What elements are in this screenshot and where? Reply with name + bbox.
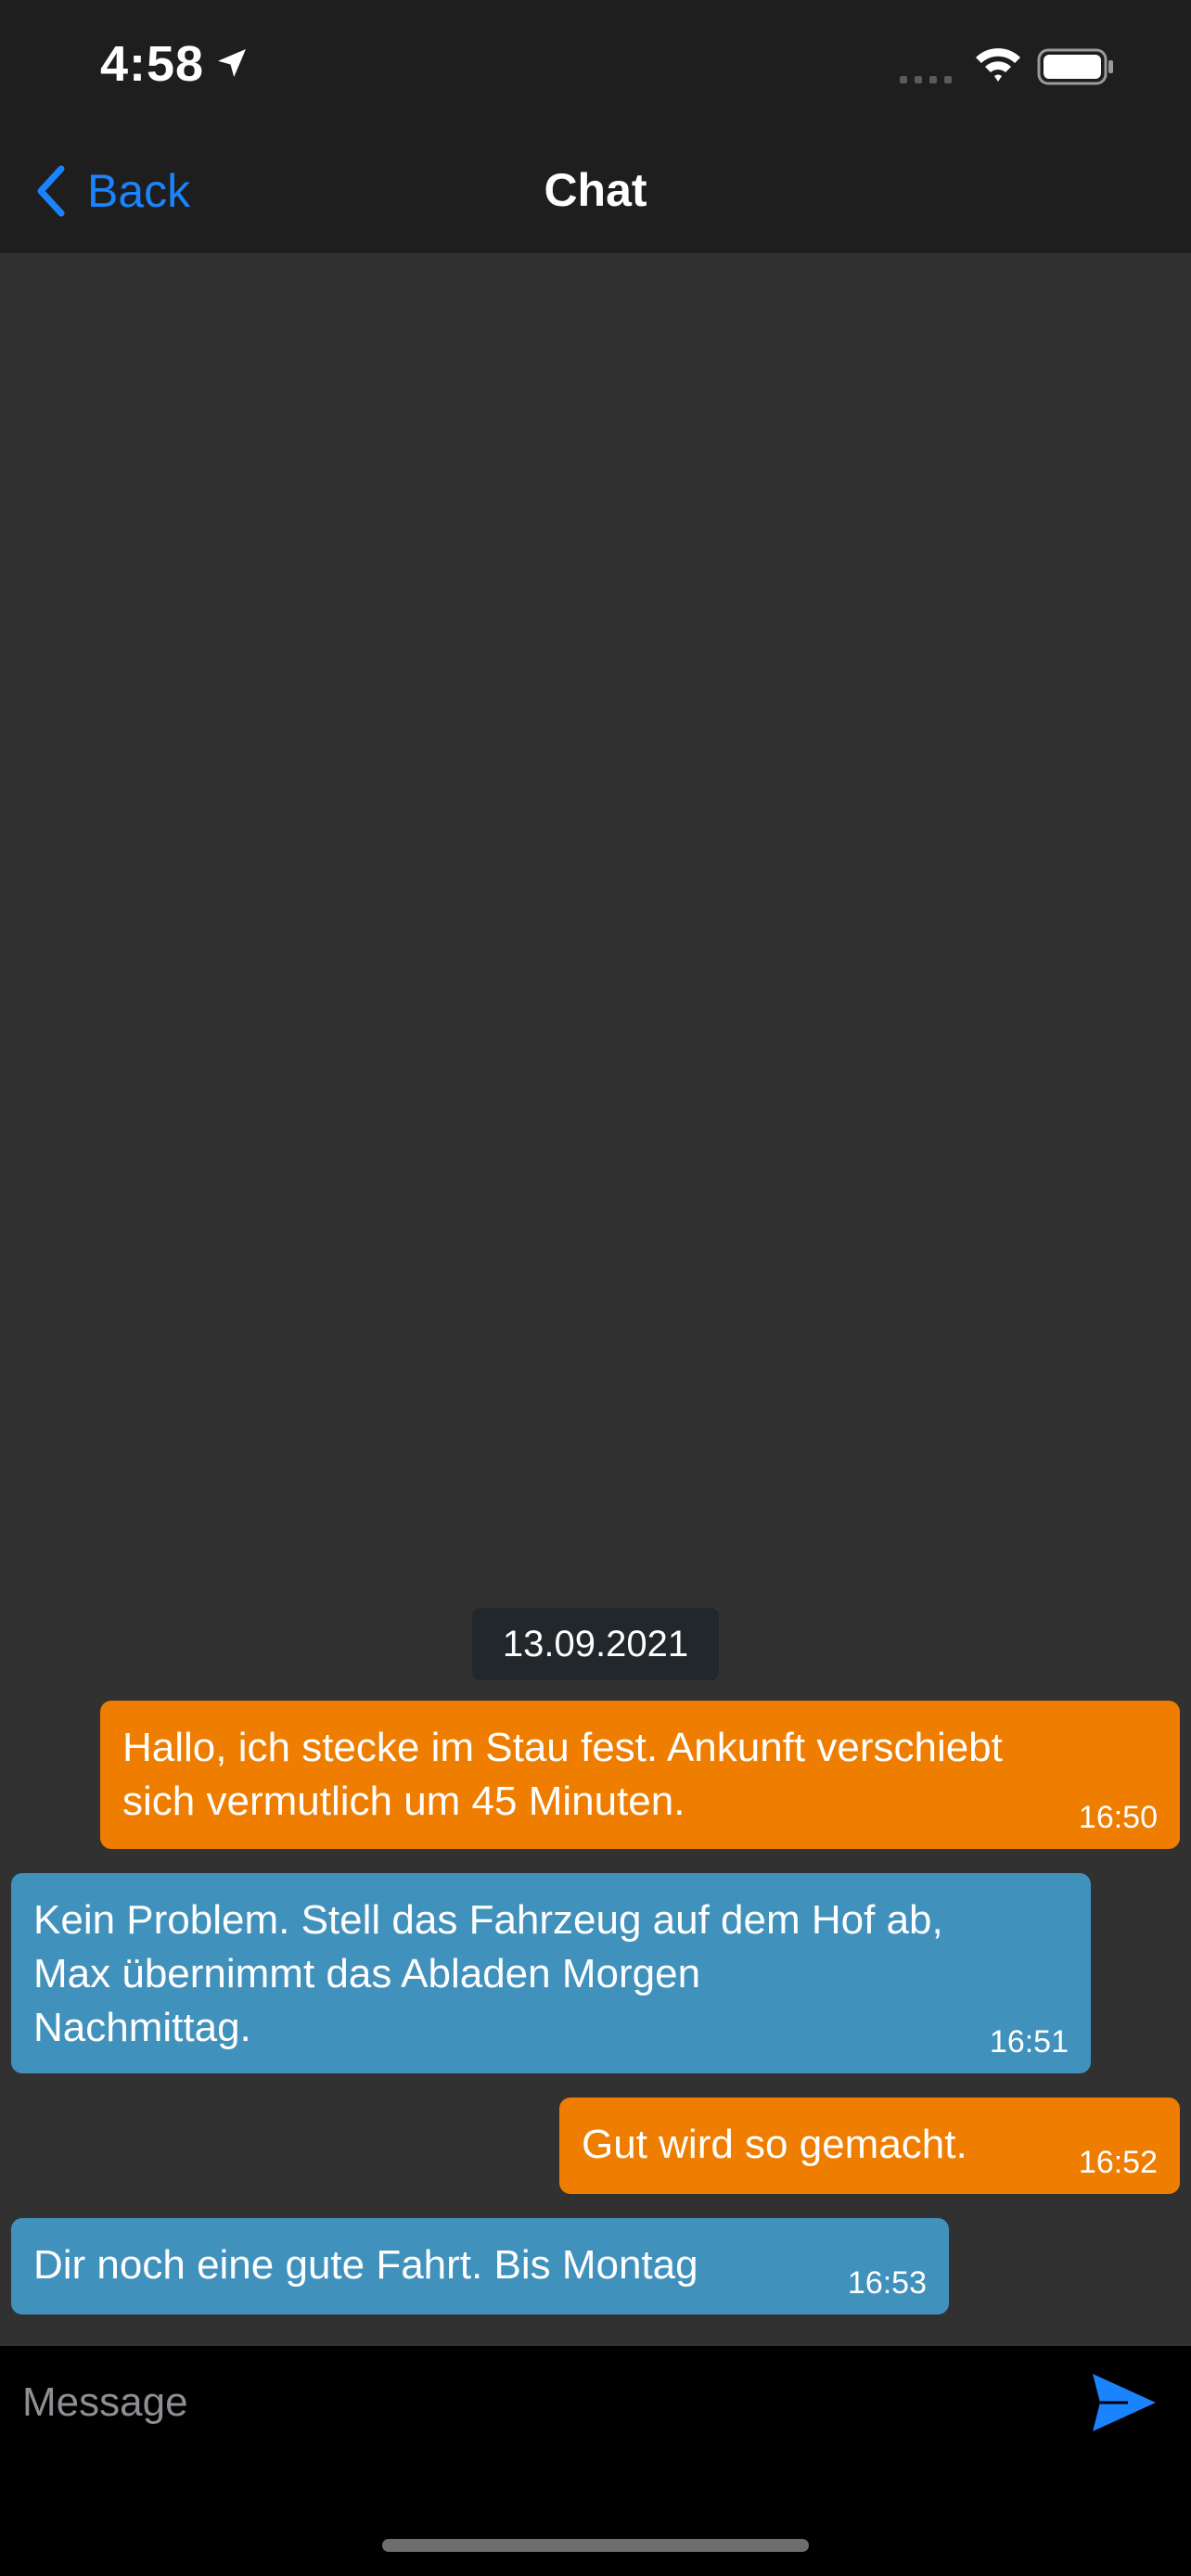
message-time: 16:50 <box>1078 1800 1158 1835</box>
message-text: Dir noch eine gute Fahrt. Bis Montag <box>33 2242 698 2288</box>
message-text: Hallo, ich stecke im Stau fest. Ankunft … <box>122 1725 1003 1824</box>
message-time: 16:51 <box>989 2024 1069 2060</box>
send-icon[interactable] <box>1091 2372 1158 2433</box>
cellular-signal-icon <box>900 76 952 83</box>
message-time: 16:52 <box>1078 2145 1158 2180</box>
message-time: 16:53 <box>847 2265 927 2301</box>
battery-icon <box>1037 48 1113 85</box>
date-separator: 13.09.2021 <box>472 1608 719 1680</box>
message-input[interactable] <box>22 2361 1061 2444</box>
message-bubble-incoming[interactable]: Dir noch eine gute Fahrt. Bis Montag 16:… <box>11 2218 949 2315</box>
message-bubble-outgoing[interactable]: Hallo, ich stecke im Stau fest. Ankunft … <box>100 1701 1180 1849</box>
chat-screen: 4:58 Back Chat 13.09.2021 Hallo, ich ste… <box>0 0 1191 2576</box>
message-text: Kein Problem. Stell das Fahrzeug auf dem… <box>33 1897 943 2050</box>
message-text: Gut wird so gemacht. <box>582 2122 967 2167</box>
location-arrow-icon <box>218 49 246 77</box>
home-indicator[interactable] <box>382 2539 809 2552</box>
wifi-icon <box>976 48 1020 82</box>
message-bubble-outgoing[interactable]: Gut wird so gemacht. 16:52 <box>559 2098 1180 2194</box>
page-title: Chat <box>544 164 647 216</box>
status-time: 4:58 <box>100 36 205 92</box>
top-bar: 4:58 Back Chat <box>0 0 1191 253</box>
message-bubble-incoming[interactable]: Kein Problem. Stell das Fahrzeug auf dem… <box>11 1873 1091 2073</box>
